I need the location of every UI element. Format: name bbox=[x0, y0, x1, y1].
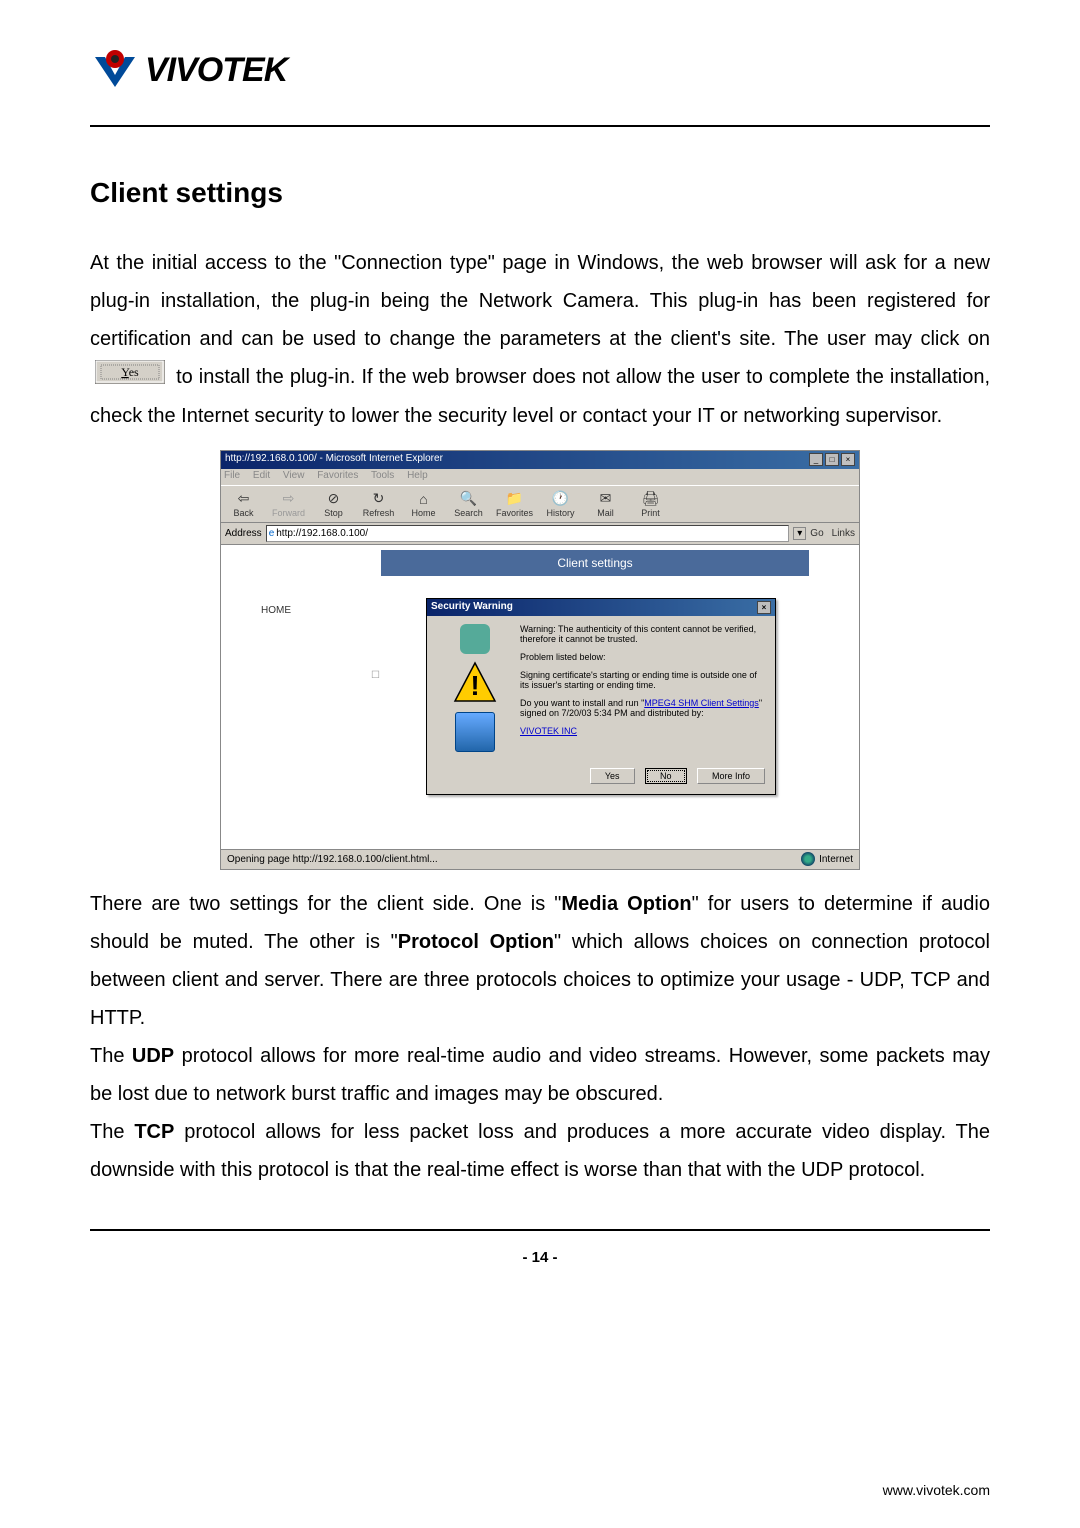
dialog-title-text: Security Warning bbox=[431, 601, 513, 614]
ie-addressbar: Address e http://192.168.0.100/ ▾ Go Lin… bbox=[221, 523, 859, 545]
print-button[interactable]: 🖨 Print bbox=[633, 490, 668, 518]
bottom-divider bbox=[90, 1229, 990, 1231]
paragraph-1: At the initial access to the "Connection… bbox=[90, 244, 990, 435]
mail-icon: ✉ bbox=[597, 490, 615, 508]
yes-button[interactable]: Yes bbox=[590, 768, 635, 784]
client-settings-banner: Client settings bbox=[381, 550, 809, 576]
statusbar-text: Opening page http://192.168.0.100/client… bbox=[227, 854, 438, 865]
maximize-icon[interactable]: □ bbox=[825, 453, 839, 466]
window-controls: _ □ × bbox=[809, 453, 855, 467]
statusbar-right: Internet bbox=[801, 852, 853, 866]
warning-triangle-icon: ! bbox=[451, 659, 499, 707]
top-divider bbox=[90, 125, 990, 127]
menu-file[interactable]: File bbox=[224, 470, 240, 481]
minimize-icon[interactable]: _ bbox=[809, 453, 823, 466]
menu-tools[interactable]: Tools bbox=[371, 470, 394, 481]
history-button[interactable]: 🕐 History bbox=[543, 490, 578, 518]
no-button[interactable]: No bbox=[645, 768, 687, 784]
ie-content: Client settings HOME ☐ Security Warning … bbox=[221, 550, 859, 850]
dropdown-icon[interactable]: ▾ bbox=[793, 527, 806, 540]
paragraph-2: There are two settings for the client si… bbox=[90, 885, 990, 1189]
menu-edit[interactable]: Edit bbox=[253, 470, 270, 481]
favorites-icon: 📁 bbox=[506, 490, 524, 508]
page-title: Client settings bbox=[90, 177, 990, 209]
para1-part2: to install the plug-in. If the web brows… bbox=[90, 366, 990, 427]
logo-text: VIVOTEK bbox=[145, 51, 287, 90]
media-option-bold: Media Option bbox=[561, 893, 691, 915]
vendor-link[interactable]: VIVOTEK INC bbox=[520, 726, 577, 736]
refresh-icon: ↻ bbox=[370, 490, 388, 508]
go-button[interactable]: Go bbox=[810, 528, 823, 539]
logo-container: VIVOTEK bbox=[90, 45, 990, 95]
page-number: - 14 - bbox=[90, 1249, 990, 1266]
tcp-bold: TCP bbox=[134, 1121, 174, 1143]
more-info-button[interactable]: More Info bbox=[697, 768, 765, 784]
ie-toolbar: ⇦ Back ⇨ Forward ⊘ Stop ↻ Refresh ⌂ Ho bbox=[221, 485, 859, 523]
search-icon: 🔍 bbox=[460, 490, 478, 508]
dialog-signing-text: Signing certificate's starting or ending… bbox=[520, 670, 767, 690]
internet-zone-icon bbox=[801, 852, 815, 866]
dialog-problem-label: Problem listed below: bbox=[520, 652, 767, 662]
forward-button[interactable]: ⇨ Forward bbox=[271, 490, 306, 518]
certificate-icon bbox=[460, 624, 490, 654]
home-link[interactable]: HOME bbox=[261, 605, 291, 616]
protocol-option-bold: Protocol Option bbox=[398, 931, 554, 953]
screenshot: http://192.168.0.100/ - Microsoft Intern… bbox=[220, 450, 860, 870]
ie-statusbar: Opening page http://192.168.0.100/client… bbox=[221, 849, 859, 869]
vivotek-logo-icon bbox=[90, 45, 140, 95]
favorites-button[interactable]: 📁 Favorites bbox=[496, 490, 533, 518]
stop-icon: ⊘ bbox=[325, 490, 343, 508]
refresh-button[interactable]: ↻ Refresh bbox=[361, 490, 396, 518]
links-label[interactable]: Links bbox=[832, 528, 855, 539]
inline-yes-button-image: Yes bbox=[95, 359, 165, 397]
dialog-body: ! Warning: The authenticity of this cont… bbox=[427, 616, 775, 760]
dialog-icons: ! bbox=[435, 624, 515, 752]
stop-button[interactable]: ⊘ Stop bbox=[316, 490, 351, 518]
ie-titlebar: http://192.168.0.100/ - Microsoft Intern… bbox=[221, 451, 859, 469]
udp-bold: UDP bbox=[132, 1045, 174, 1067]
home-button[interactable]: ⌂ Home bbox=[406, 490, 441, 518]
close-icon[interactable]: × bbox=[841, 453, 855, 466]
ie-title-text: http://192.168.0.100/ - Microsoft Intern… bbox=[225, 453, 443, 467]
search-button[interactable]: 🔍 Search bbox=[451, 490, 486, 518]
speaker-toggle[interactable]: ☐ bbox=[371, 670, 380, 681]
screenshot-wrapper: http://192.168.0.100/ - Microsoft Intern… bbox=[90, 450, 990, 870]
menu-view[interactable]: View bbox=[283, 470, 305, 481]
security-warning-dialog: Security Warning × ! bbox=[426, 598, 776, 795]
menu-favorites[interactable]: Favorites bbox=[317, 470, 358, 481]
menu-help[interactable]: Help bbox=[407, 470, 428, 481]
dialog-buttons: Yes No More Info bbox=[427, 760, 775, 794]
dialog-warning: Warning: The authenticity of this conten… bbox=[520, 624, 767, 644]
para1-part1: At the initial access to the "Connection… bbox=[90, 252, 990, 350]
print-icon: 🖨 bbox=[642, 490, 660, 508]
ie-menubar: File Edit View Favorites Tools Help bbox=[221, 469, 859, 485]
svg-text:Yes: Yes bbox=[121, 365, 139, 379]
dialog-close-icon[interactable]: × bbox=[757, 601, 771, 614]
address-label: Address bbox=[225, 528, 262, 539]
dialog-question: Do you want to install and run "MPEG4 SH… bbox=[520, 698, 767, 718]
forward-arrow-icon: ⇨ bbox=[280, 490, 298, 508]
footer-website: www.vivotek.com bbox=[883, 1482, 990, 1498]
history-icon: 🕐 bbox=[552, 490, 570, 508]
mpeg4-link[interactable]: MPEG4 SHM Client Settings bbox=[644, 698, 759, 708]
back-button[interactable]: ⇦ Back bbox=[226, 490, 261, 518]
statusbar-zone: Internet bbox=[819, 854, 853, 865]
dialog-titlebar: Security Warning × bbox=[427, 599, 775, 616]
computer-icon bbox=[455, 712, 495, 752]
logo: VIVOTEK bbox=[90, 45, 990, 95]
home-icon: ⌂ bbox=[415, 490, 433, 508]
mail-button[interactable]: ✉ Mail bbox=[588, 490, 623, 518]
back-arrow-icon: ⇦ bbox=[235, 490, 253, 508]
svg-text:!: ! bbox=[470, 670, 479, 701]
address-input[interactable]: e http://192.168.0.100/ bbox=[266, 525, 790, 542]
dialog-text: Warning: The authenticity of this conten… bbox=[515, 624, 767, 752]
